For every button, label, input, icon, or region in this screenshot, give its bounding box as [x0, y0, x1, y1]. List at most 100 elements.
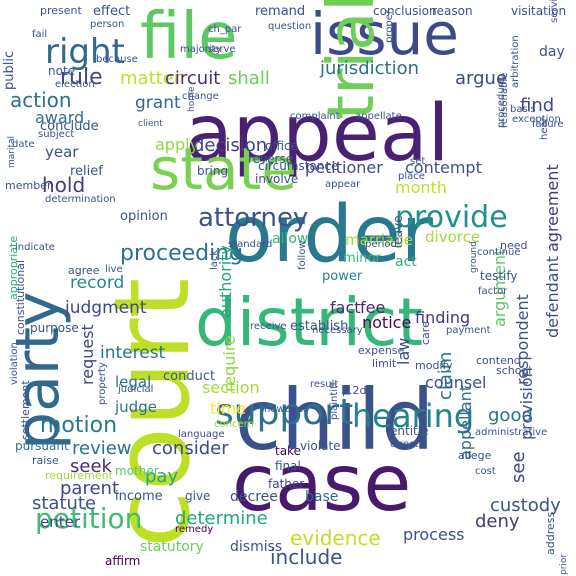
- word-reverse: reverse: [248, 152, 294, 166]
- word-file: file: [140, 0, 238, 74]
- word-motion: motion: [40, 413, 118, 438]
- word-reason: reason: [432, 4, 473, 18]
- word-remand: remand: [255, 4, 306, 19]
- word-attorney: attorney: [198, 203, 309, 233]
- word-subject: subject: [38, 129, 75, 140]
- word-hear: hear: [539, 117, 550, 140]
- word-election: election: [55, 79, 95, 90]
- word-constitutional: constitutional: [14, 259, 27, 335]
- word-take: take: [275, 444, 301, 458]
- word-allege: allege: [458, 449, 492, 462]
- word-however: however: [264, 404, 307, 415]
- word-address: address: [544, 511, 557, 555]
- word-arbitration: arbitration: [510, 35, 521, 88]
- word-necessary: necessary: [312, 325, 363, 336]
- word-client: client: [138, 119, 163, 129]
- word-time: time: [210, 399, 247, 418]
- word-entitle: entitle: [390, 424, 429, 438]
- word-give: give: [185, 489, 211, 503]
- word-requirement: requirement: [45, 469, 113, 482]
- word-proper: proper: [384, 10, 395, 43]
- word-purpose: purpose: [30, 321, 79, 335]
- word-act: act: [395, 254, 417, 270]
- word-direct: direct: [390, 439, 419, 450]
- word-set: set: [410, 156, 426, 167]
- word-statutory: statutory: [140, 539, 204, 555]
- word-limit: limit: [372, 357, 397, 370]
- word-month: month: [395, 178, 447, 197]
- word-defendant: defendant: [543, 256, 562, 338]
- word-relief: relief: [70, 164, 103, 179]
- word-office: office: [265, 139, 298, 153]
- word-member: member: [5, 179, 52, 192]
- word-home: home: [187, 86, 197, 112]
- word-ground: ground: [469, 241, 479, 273]
- word-cost: cost: [475, 466, 496, 477]
- word-minor: minor: [343, 251, 381, 266]
- word-effect: effect: [93, 4, 131, 19]
- word-deny: deny: [475, 511, 520, 532]
- word-request: request: [78, 324, 97, 385]
- word-bring: bring: [197, 164, 229, 178]
- word-violation: violation: [9, 342, 20, 385]
- word-judicial: judicial: [118, 384, 154, 395]
- word-decree: decree: [230, 489, 278, 505]
- word-procedure: procedure: [496, 77, 507, 128]
- word-final: final: [275, 459, 301, 473]
- word-judge: judge: [115, 398, 157, 416]
- word-power: power: [322, 269, 363, 284]
- word-serve: serve: [208, 44, 236, 55]
- word-receive: receive: [250, 321, 287, 332]
- word-consider: consider: [152, 438, 229, 459]
- word-leave: leave: [391, 215, 405, 248]
- word-affirm: affirm: [105, 554, 141, 568]
- word-present: present: [40, 4, 82, 17]
- word-place: place: [398, 171, 425, 182]
- word-cloud: court appeal order child case district file iss…: [0, 0, 576, 576]
- word-school: school: [496, 364, 532, 377]
- word-plaintiff: plaintiff: [329, 382, 340, 420]
- word-require: require: [220, 335, 239, 392]
- word-marital: marital: [7, 135, 17, 168]
- word-expense: expense: [358, 344, 405, 357]
- word-standard: standard: [228, 239, 273, 250]
- word-administrative: administrative: [475, 427, 548, 438]
- word-person: person: [90, 19, 125, 30]
- word-notice: notice: [362, 313, 412, 332]
- word-pursuant: pursuant: [15, 439, 69, 453]
- word-live: live: [105, 264, 123, 275]
- word-complaint: complaint: [290, 111, 340, 122]
- word-language: language: [178, 429, 225, 440]
- word-income: income: [115, 489, 163, 504]
- word-settlement: settlement: [19, 380, 32, 440]
- word-judgment: judgment: [65, 298, 147, 318]
- word-care: care: [419, 321, 432, 345]
- word-remedy: remedy: [175, 524, 214, 535]
- word-note: note: [48, 64, 76, 78]
- word-authority: authority: [216, 245, 235, 318]
- word-conclusion: conclusion: [373, 4, 437, 18]
- word-day: day: [539, 44, 565, 60]
- word-appear: appear: [325, 179, 361, 190]
- word-testify: testify: [480, 269, 518, 283]
- word-indicate: indicate: [15, 242, 55, 253]
- word-grant: grant: [135, 93, 181, 113]
- word-property: property: [97, 362, 108, 405]
- word-fee: fee: [360, 298, 386, 317]
- word-jurisdiction: jurisdiction: [320, 58, 419, 79]
- word-opinion: opinion: [120, 209, 168, 224]
- word-interest: interest: [100, 343, 166, 363]
- word-service: service: [549, 0, 560, 23]
- word-process: process: [403, 525, 465, 544]
- word-payment: payment: [446, 325, 491, 336]
- word-p-2d: p.2d: [342, 384, 367, 397]
- word-conduct: conduct: [163, 369, 216, 384]
- word-shall: shall: [228, 68, 270, 89]
- word-mother: mother: [115, 464, 159, 478]
- word-see: see: [508, 451, 529, 483]
- word-lack: lack: [209, 249, 220, 270]
- word-involve: involve: [255, 172, 299, 186]
- word-factor: factor: [478, 286, 508, 297]
- word-ch-par: ch_par: [208, 24, 242, 35]
- word-because: because: [96, 54, 138, 65]
